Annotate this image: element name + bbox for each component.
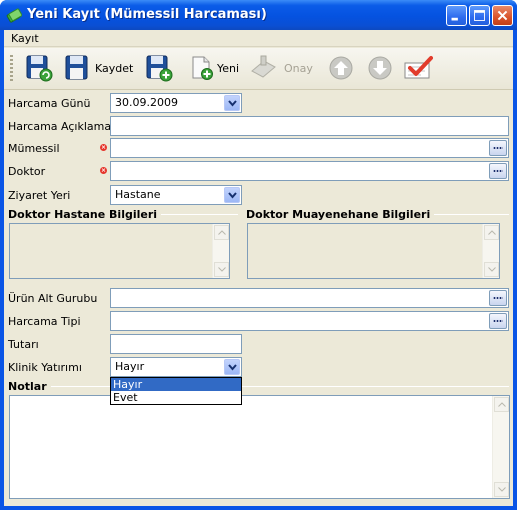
app-window: Yeni Kayıt (Mümessil Harcaması) Kayıt Ka… (0, 0, 517, 510)
harcama-tipi-lookup-button[interactable] (489, 313, 507, 329)
chevron-up-icon (488, 230, 496, 235)
new-button-label[interactable]: Yeni (217, 62, 239, 75)
save-button-label[interactable]: Kaydet (95, 62, 133, 75)
chevron-up-icon (218, 230, 226, 235)
dropdown-option-hayir[interactable]: Hayır (111, 378, 241, 391)
doktor-lookup-field[interactable] (110, 161, 509, 181)
ellipsis-icon (493, 320, 503, 322)
doktor-label: Doktor (8, 165, 46, 178)
harcama-gunu-date-picker[interactable]: 30.09.2009 (110, 93, 242, 113)
chevron-down-icon (228, 100, 237, 107)
minimize-icon (451, 17, 458, 21)
practice-info-scrollbar[interactable] (482, 224, 499, 278)
ziyaret-yeri-label: Ziyaret Yeri (8, 189, 71, 202)
close-icon (497, 10, 508, 21)
close-button[interactable] (492, 5, 513, 26)
menu-bar: Kayıt (4, 30, 513, 47)
chevron-up-icon (498, 402, 506, 407)
practice-info-group-title: Doktor Muayenehane Bilgileri (246, 208, 435, 221)
toolbar: Kaydet Yeni Onay (4, 48, 513, 90)
klinik-yatirimi-label: Klinik Yatırımı (8, 361, 82, 374)
notes-divider (8, 386, 509, 387)
chevron-down-icon (488, 267, 496, 272)
scroll-up-button[interactable] (494, 397, 509, 412)
scroll-up-button[interactable] (214, 225, 229, 240)
scroll-down-button[interactable] (494, 482, 509, 497)
urun-alt-gurubu-lookup-button[interactable] (489, 290, 507, 306)
maximize-button[interactable] (469, 5, 490, 26)
harcama-aciklamasi-label: Harcama Açıklaması (8, 120, 120, 133)
title-bar[interactable]: Yeni Kayıt (Mümessil Harcaması) (0, 0, 517, 30)
mumessil-label: Mümessil (8, 142, 60, 155)
required-marker-icon: × (100, 167, 107, 174)
klinik-yatirimi-dropdown-list: Hayır Evet (110, 377, 242, 405)
harcama-tipi-lookup-field[interactable] (110, 311, 509, 331)
notes-textarea[interactable] (9, 395, 510, 499)
toolbar-grip[interactable] (10, 55, 13, 83)
required-marker-icon: × (100, 144, 107, 151)
save-and-new-icon[interactable] (144, 53, 174, 83)
chevron-down-icon (228, 192, 237, 199)
urun-alt-gurubu-lookup-field[interactable] (110, 288, 509, 308)
chevron-down-icon (498, 487, 506, 492)
hospital-info-textarea[interactable] (9, 223, 230, 279)
mumessil-lookup-field[interactable] (110, 138, 509, 158)
doktor-lookup-button[interactable] (489, 163, 507, 179)
save-and-refresh-icon[interactable] (24, 53, 54, 83)
harcama-tipi-label: Harcama Tipi (8, 315, 81, 328)
hospital-info-scrollbar[interactable] (212, 224, 229, 278)
app-icon (6, 8, 22, 23)
mumessil-lookup-button[interactable] (489, 140, 507, 156)
scroll-up-button[interactable] (484, 225, 499, 240)
arrow-down-icon[interactable] (365, 53, 395, 83)
date-dropdown-button[interactable] (224, 95, 240, 111)
hospital-info-group-title: Doktor Hastane Bilgileri (8, 208, 162, 221)
harcama-gunu-value: 30.09.2009 (115, 96, 178, 109)
ellipsis-icon (493, 297, 503, 299)
ziyaret-yeri-dropdown-button[interactable] (224, 187, 240, 203)
ellipsis-icon (493, 170, 503, 172)
form-client-area: Kayıt Kaydet Yeni Onay Harcama Günü 30.0… (4, 30, 513, 506)
approve-stamp-icon[interactable] (248, 53, 278, 83)
approve-button-label[interactable]: Onay (284, 62, 313, 75)
klinik-yatirimi-select[interactable]: Hayır (110, 357, 242, 377)
new-document-icon[interactable] (187, 53, 217, 83)
menu-item-kayit[interactable]: Kayıt (8, 32, 42, 45)
scroll-down-button[interactable] (484, 262, 499, 277)
tutari-input[interactable] (110, 334, 242, 354)
harcama-aciklamasi-input[interactable] (110, 116, 509, 136)
dropdown-option-evet[interactable]: Evet (111, 391, 241, 404)
ziyaret-yeri-value: Hastane (115, 188, 161, 201)
tutari-label: Tutarı (8, 338, 39, 351)
practice-info-textarea[interactable] (247, 223, 500, 279)
maximize-icon (474, 10, 485, 21)
klinik-yatirimi-value: Hayır (115, 360, 145, 373)
ellipsis-icon (493, 147, 503, 149)
notes-scrollbar[interactable] (492, 396, 509, 498)
window-title: Yeni Kayıt (Mümessil Harcaması) (27, 7, 267, 22)
chevron-down-icon (218, 267, 226, 272)
ziyaret-yeri-select[interactable]: Hastane (110, 185, 242, 205)
harcama-gunu-label: Harcama Günü (8, 97, 91, 110)
arrow-up-icon[interactable] (326, 53, 356, 83)
urun-alt-gurubu-label: Ürün Alt Gurubu (8, 292, 98, 305)
minimize-button[interactable] (446, 5, 467, 26)
save-icon[interactable] (62, 53, 92, 83)
scroll-down-button[interactable] (214, 262, 229, 277)
notes-group-title: Notlar (8, 380, 51, 393)
checklist-icon[interactable] (403, 53, 433, 83)
klinik-yatirimi-dropdown-button[interactable] (224, 359, 240, 375)
chevron-down-icon (228, 364, 237, 371)
